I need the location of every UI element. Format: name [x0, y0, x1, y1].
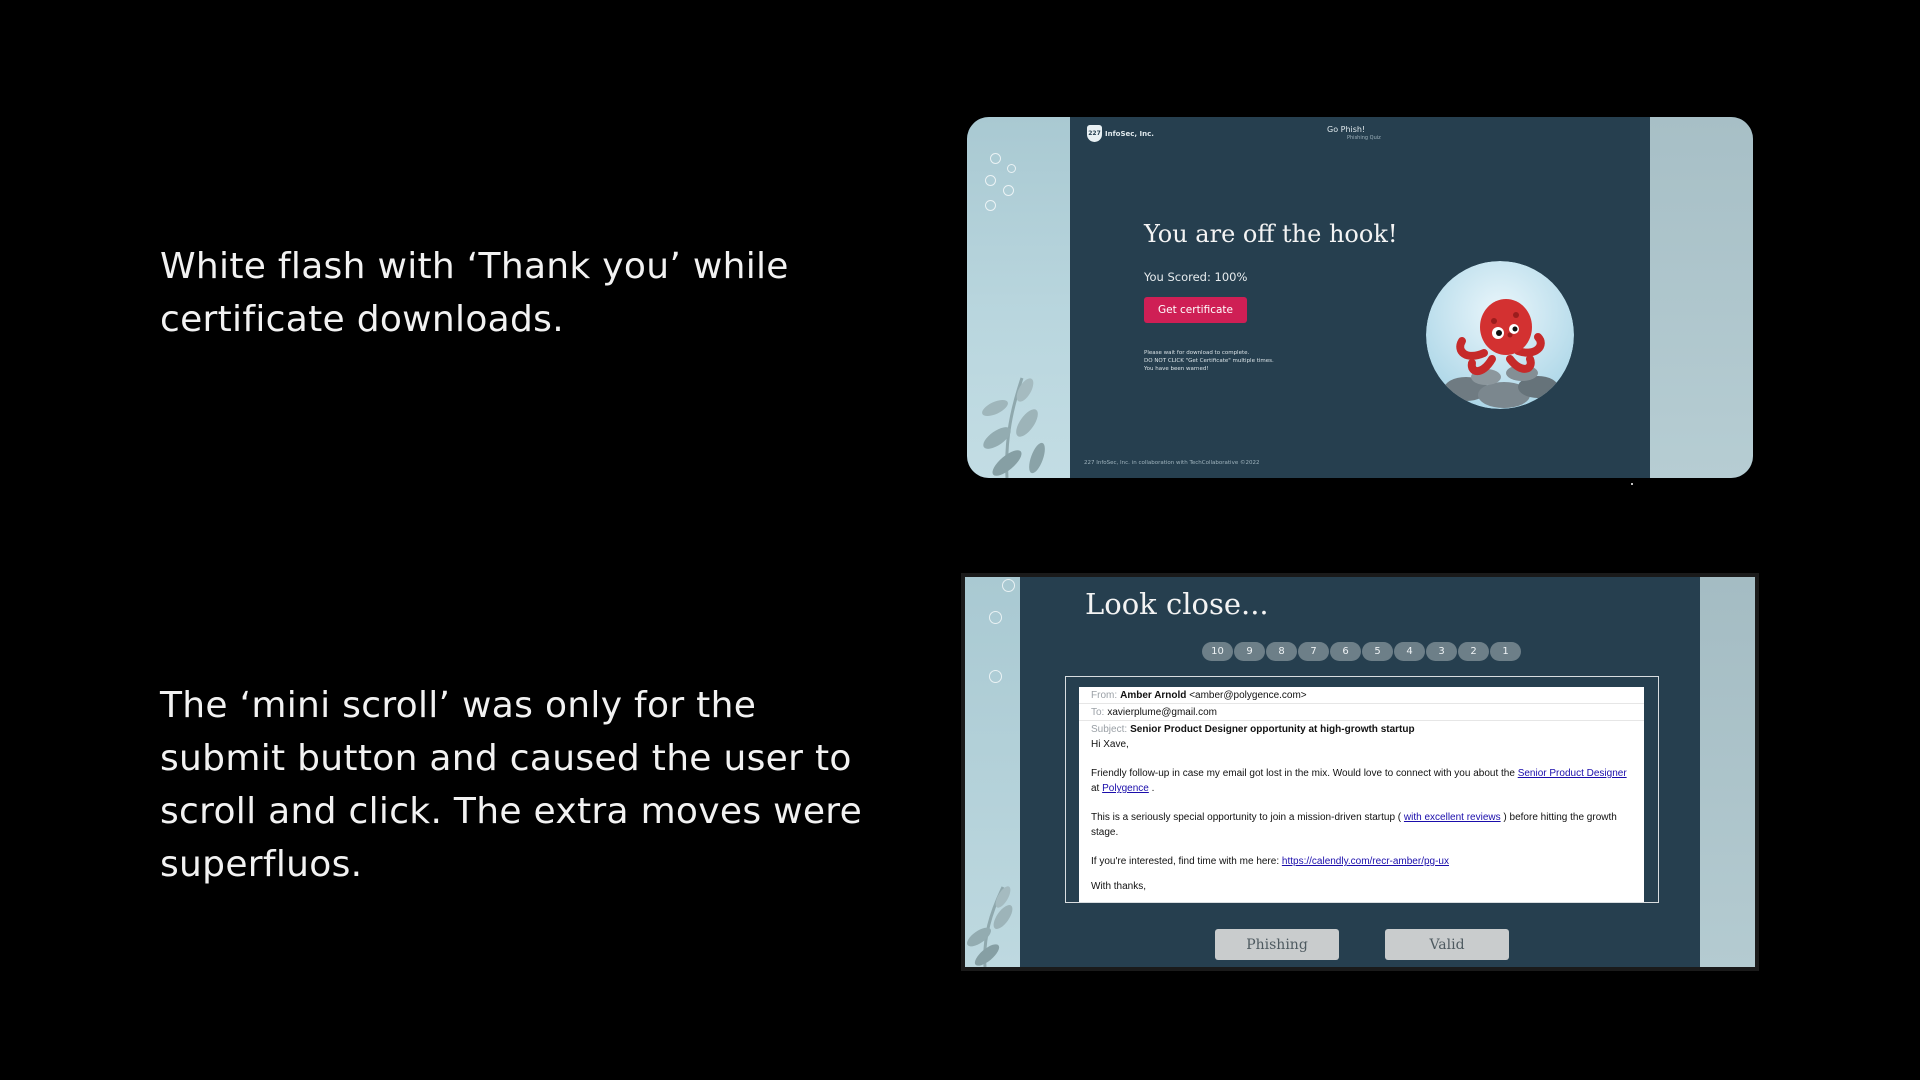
quiz-screen-screenshot: Look close... 10 9 8 7 6 5 4 3 2 1 From:… [961, 573, 1759, 971]
phishing-button[interactable]: Phishing [1215, 929, 1339, 960]
email-body: Hi Xave, Friendly follow-up in case my e… [1079, 737, 1644, 894]
bubble-icon [1003, 185, 1014, 196]
paragraph-3: If you're interested, find time with me … [1091, 856, 1449, 867]
email-from-row: From: Amber Arnold <amber@polygence.com> [1079, 687, 1644, 704]
bubble-icon [1002, 579, 1015, 592]
seaweed-icon [967, 886, 1013, 967]
countdown-step: 10 [1202, 642, 1233, 661]
job-title-link[interactable]: Senior Product Designer [1518, 768, 1627, 779]
countdown-step: 7 [1298, 642, 1329, 661]
company-logo: 227 InfoSec, Inc. [1087, 125, 1154, 142]
bubble-icon [985, 175, 996, 186]
score-text: You Scored: 100% [1144, 270, 1248, 284]
brand-subtitle: Phishing Quiz [1347, 135, 1381, 141]
countdown-step: 2 [1458, 642, 1489, 661]
from-address: <amber@polygence.com> [1189, 689, 1307, 701]
signoff-partial: With thanks, [1091, 881, 1147, 892]
bubble-icon [985, 200, 996, 211]
reviews-link[interactable]: with excellent reviews [1404, 812, 1501, 823]
get-certificate-button[interactable]: Get certificate [1144, 297, 1247, 323]
octopus-illustration [1426, 261, 1574, 409]
caption-mini-scroll: The ‘mini scroll’ was only for the submi… [160, 685, 863, 885]
email-frame: From: Amber Arnold <amber@polygence.com>… [1065, 676, 1659, 903]
paragraph-1: Friendly follow-up in case my email got … [1091, 768, 1627, 794]
countdown-step: 8 [1266, 642, 1297, 661]
paragraph-2: This is a seriously special opportunity … [1091, 812, 1617, 838]
company-link[interactable]: Polygence [1102, 783, 1149, 794]
right-aquarium-panel [1700, 577, 1755, 967]
left-aquarium-panel [967, 117, 1070, 478]
bubble-icon [1007, 164, 1016, 173]
countdown-bar: 10 9 8 7 6 5 4 3 2 1 [1202, 642, 1521, 661]
cursor-dot [1631, 483, 1633, 485]
countdown-step: 3 [1426, 642, 1457, 661]
left-aquarium-panel [965, 577, 1020, 967]
result-main-panel: 227 InfoSec, Inc. Go Phish! Phishing Qui… [1070, 117, 1650, 478]
warning-line: You have been warned! [1144, 366, 1209, 372]
brand-title: Go Phish! [1327, 125, 1366, 134]
result-screen-screenshot: 227 InfoSec, Inc. Go Phish! Phishing Qui… [967, 117, 1753, 478]
caption-certificate-flash: White flash with ‘Thank you’ while certi… [160, 246, 789, 340]
countdown-step: 1 [1490, 642, 1521, 661]
subject-label: Subject: [1091, 723, 1128, 735]
right-aquarium-panel [1650, 117, 1753, 478]
calendly-link[interactable]: https://calendly.com/recr-amber/pg-ux [1282, 856, 1449, 867]
email-preview[interactable]: From: Amber Arnold <amber@polygence.com>… [1079, 687, 1644, 902]
app-brand: Go Phish! Phishing Quiz [1327, 125, 1381, 141]
countdown-step: 6 [1330, 642, 1361, 661]
subject-text: Senior Product Designer opportunity at h… [1130, 723, 1415, 735]
countdown-step: 4 [1394, 642, 1425, 661]
warning-line: DO NOT CLICK "Get Certificate" multiple … [1144, 358, 1274, 364]
download-warning: Please wait for download to complete. DO… [1144, 349, 1274, 373]
to-address: xavierplume@gmail.com [1107, 706, 1217, 718]
from-label: From: [1091, 689, 1118, 701]
footer-credit: 227 InfoSec, Inc. in collaboration with … [1084, 460, 1260, 466]
warning-line: Please wait for download to complete. [1144, 350, 1250, 356]
email-subject-row: Subject: Senior Product Designer opportu… [1079, 721, 1644, 737]
logo-text: InfoSec, Inc. [1105, 129, 1154, 138]
greeting: Hi Xave, [1091, 739, 1129, 750]
countdown-step: 9 [1234, 642, 1265, 661]
email-to-row: To: xavierplume@gmail.com [1079, 704, 1644, 721]
quiz-heading: Look close... [1085, 587, 1269, 621]
bubble-icon [989, 611, 1002, 624]
shield-icon: 227 [1087, 125, 1102, 142]
bubble-icon [990, 153, 1001, 164]
valid-button[interactable]: Valid [1385, 929, 1509, 960]
countdown-step: 5 [1362, 642, 1393, 661]
to-label: To: [1091, 706, 1105, 718]
from-name: Amber Arnold [1120, 689, 1187, 701]
result-heading: You are off the hook! [1144, 220, 1398, 248]
seaweed-icon [982, 377, 1045, 478]
bubble-icon [989, 670, 1002, 683]
